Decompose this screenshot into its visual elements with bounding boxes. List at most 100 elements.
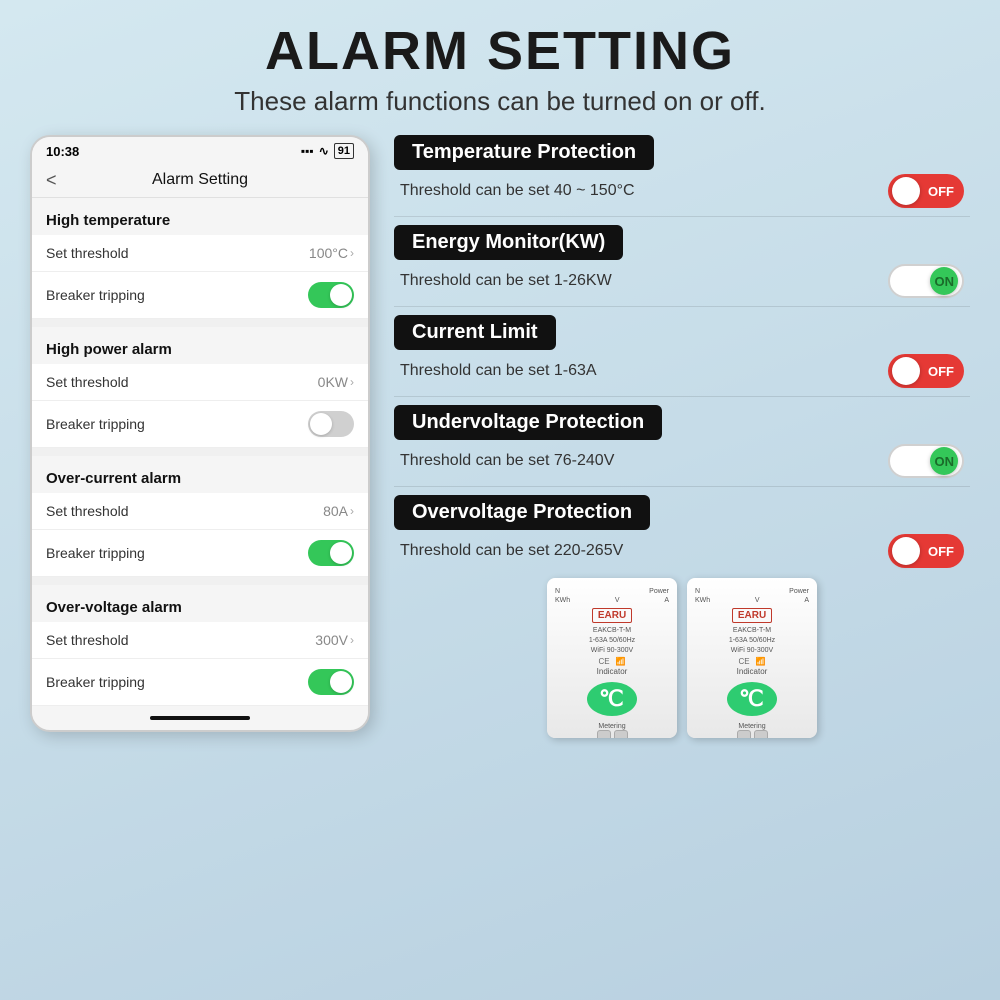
status-right: ▪▪▪ ∿ 91 — [301, 143, 354, 159]
value-set-threshold-3[interactable]: 80A › — [323, 503, 354, 519]
device-brand-2: EARU — [732, 608, 772, 623]
toggle-current[interactable]: OFF — [888, 354, 964, 388]
page-wrapper: ALARM SETTING These alarm functions can … — [0, 0, 1000, 1000]
value-set-threshold-2[interactable]: 0KW › — [318, 374, 354, 390]
device-et-icon-2: ℃ — [735, 682, 769, 716]
setting-row-toggle-1: Breaker tripping — [32, 272, 368, 319]
feature-label-energy: Energy Monitor(KW) — [394, 225, 623, 260]
device-indicator-label: Indicator — [597, 667, 628, 676]
device-n-label: N — [555, 588, 560, 595]
back-button[interactable]: < — [46, 170, 57, 191]
phone-content: High temperature Set threshold 100°C › B… — [32, 198, 368, 720]
divider-3 — [394, 396, 970, 397]
label-breaker-1: Breaker tripping — [46, 287, 145, 303]
setting-row-2: Set threshold 0KW › — [32, 364, 368, 401]
phone-status-bar: 10:38 ▪▪▪ ∿ 91 — [32, 137, 368, 163]
device-cert-row-2: CE 📶 — [738, 657, 765, 666]
feature-undervoltage: Undervoltage Protection Threshold can be… — [394, 405, 970, 478]
device-power-label: Power — [649, 588, 669, 595]
screen-title: Alarm Setting — [152, 171, 248, 189]
device-image-2: N Power KWh V A EARU EAKCB-T-M 1-63A — [687, 578, 817, 738]
device-spec-2: EAKCB-T-M 1-63A 50/60Hz WiFi 90-300V — [729, 626, 775, 655]
toggle-breaker-2[interactable] — [308, 411, 354, 437]
battery-icon: 91 — [334, 143, 354, 159]
svg-text:℃: ℃ — [739, 686, 764, 711]
feature-row-overvoltage: Threshold can be set 220-265V OFF — [394, 534, 970, 568]
device-metering-label: Metering — [598, 723, 625, 730]
toggle-text-current: OFF — [928, 364, 954, 379]
label-breaker-2: Breaker tripping — [46, 416, 145, 432]
toggle-breaker-3[interactable] — [308, 540, 354, 566]
setting-row-toggle-3: Breaker tripping — [32, 530, 368, 577]
device-port-4 — [754, 730, 768, 738]
device-brand-1: EARU — [592, 608, 632, 623]
feature-row-undervoltage: Threshold can be set 76-240V ON — [394, 444, 970, 478]
feature-overvoltage: Overvoltage Protection Threshold can be … — [394, 495, 970, 568]
label-set-threshold-3: Set threshold — [46, 503, 129, 519]
feature-row-current: Threshold can be set 1-63A OFF — [394, 354, 970, 388]
feature-label-current: Current Limit — [394, 315, 556, 350]
content-row: 10:38 ▪▪▪ ∿ 91 < Alarm Setting High temp… — [30, 135, 970, 738]
device-metering-label-2: Metering — [738, 723, 765, 730]
toggle-energy[interactable]: ON — [888, 264, 964, 298]
label-set-threshold-4: Set threshold — [46, 632, 129, 648]
section-overvoltage-alarm: Over-voltage alarm — [32, 585, 368, 622]
chevron-icon-3: › — [350, 504, 354, 518]
device-image-1: N Power KWh V A EARU EAKCB-T-M 1-63A — [547, 578, 677, 738]
signal-icon: ▪▪▪ — [301, 144, 314, 158]
device-icon-1: ℃ — [587, 682, 637, 716]
home-indicator — [150, 716, 250, 720]
setting-row: Set threshold 100°C › — [32, 235, 368, 272]
feature-label-temperature: Temperature Protection — [394, 135, 654, 170]
device-port-3 — [737, 730, 751, 738]
chevron-icon-1: › — [350, 246, 354, 260]
toggle-knob-temperature — [892, 177, 920, 205]
threshold-undervoltage: Threshold can be set 76-240V — [400, 452, 614, 470]
label-set-threshold-1: Set threshold — [46, 245, 129, 261]
toggle-text-temperature: OFF — [928, 184, 954, 199]
label-breaker-3: Breaker tripping — [46, 545, 145, 561]
feature-row-temperature: Threshold can be set 40 ~ 150°C OFF — [394, 174, 970, 208]
setting-row-toggle-2: Breaker tripping — [32, 401, 368, 448]
device-bottom-ports — [597, 730, 628, 738]
value-set-threshold-4[interactable]: 300V › — [315, 632, 354, 648]
phone-mockup: 10:38 ▪▪▪ ∿ 91 < Alarm Setting High temp… — [30, 135, 370, 732]
device-port-1 — [597, 730, 611, 738]
device-spec-1: EAKCB-T-M 1-63A 50/60Hz WiFi 90-300V — [589, 626, 635, 655]
label-set-threshold-2: Set threshold — [46, 374, 129, 390]
setting-row-toggle-4: Breaker tripping — [32, 659, 368, 706]
section-high-power-alarm: High power alarm — [32, 327, 368, 364]
feature-temperature: Temperature Protection Threshold can be … — [394, 135, 970, 208]
device-images: N Power KWh V A EARU EAKCB-T-M 1-63A — [394, 578, 970, 738]
toggle-knob-current — [892, 357, 920, 385]
svg-text:℃: ℃ — [599, 686, 624, 711]
section-high-temperature: High temperature — [32, 198, 368, 235]
device-indicator-label-2: Indicator — [737, 667, 768, 676]
toggle-knob-overvoltage — [892, 537, 920, 565]
device-icon-2: ℃ — [727, 682, 777, 716]
chevron-icon-2: › — [350, 375, 354, 389]
device-port-2 — [614, 730, 628, 738]
threshold-overvoltage: Threshold can be set 220-265V — [400, 542, 623, 560]
feature-label-overvoltage: Overvoltage Protection — [394, 495, 650, 530]
toggle-temperature[interactable]: OFF — [888, 174, 964, 208]
toggle-text-overvoltage: OFF — [928, 544, 954, 559]
device-body-1: N Power KWh V A EARU EAKCB-T-M 1-63A — [547, 578, 677, 738]
feature-label-undervoltage: Undervoltage Protection — [394, 405, 662, 440]
phone-header: < Alarm Setting — [32, 163, 368, 198]
feature-row-energy: Threshold can be set 1-26KW ON — [394, 264, 970, 298]
device-bottom-ports-2 — [737, 730, 768, 738]
toggle-overvoltage[interactable]: OFF — [888, 534, 964, 568]
device-et-icon: ℃ — [595, 682, 629, 716]
toggle-text-undervoltage: ON — [935, 454, 955, 469]
status-time: 10:38 — [46, 144, 79, 159]
value-set-threshold-1[interactable]: 100°C › — [309, 245, 354, 261]
toggle-breaker-1[interactable] — [308, 282, 354, 308]
setting-row-4: Set threshold 300V › — [32, 622, 368, 659]
threshold-current: Threshold can be set 1-63A — [400, 362, 597, 380]
page-title: ALARM SETTING — [265, 20, 735, 82]
device-body-2: N Power KWh V A EARU EAKCB-T-M 1-63A — [687, 578, 817, 738]
toggle-undervoltage[interactable]: ON — [888, 444, 964, 478]
toggle-breaker-4[interactable] — [308, 669, 354, 695]
right-panel: Temperature Protection Threshold can be … — [394, 135, 970, 738]
